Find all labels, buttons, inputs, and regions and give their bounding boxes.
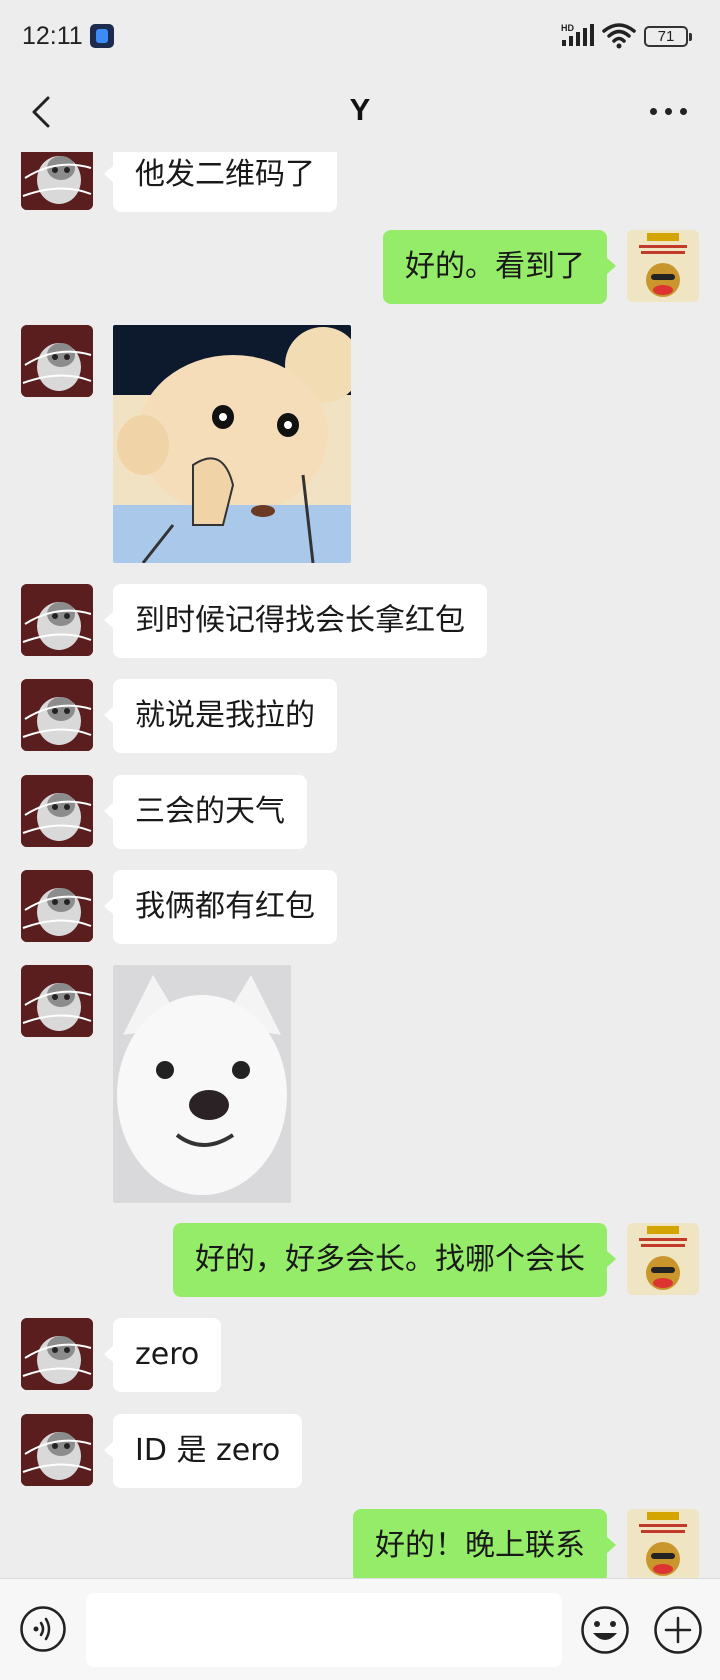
notification-icon bbox=[90, 24, 114, 48]
battery-icon: 71 bbox=[644, 26, 692, 47]
contact-avatar[interactable] bbox=[21, 1414, 93, 1486]
message-bubble[interactable]: 就说是我拉的 bbox=[104, 679, 337, 753]
plus-icon[interactable] bbox=[653, 1605, 703, 1655]
contact-avatar[interactable] bbox=[21, 152, 93, 210]
emoji-icon[interactable] bbox=[580, 1605, 630, 1655]
voice-icon[interactable] bbox=[19, 1605, 67, 1653]
contact-avatar[interactable] bbox=[21, 870, 93, 942]
message-bubble[interactable]: 到时候记得找会长拿红包 bbox=[104, 584, 487, 658]
contact-avatar[interactable] bbox=[21, 1318, 93, 1390]
message-bubble[interactable]: 我俩都有红包 bbox=[104, 870, 337, 944]
white-dog-sticker[interactable] bbox=[113, 965, 291, 1203]
wifi-icon bbox=[602, 23, 636, 49]
message-bubble[interactable]: 三会的天气 bbox=[104, 775, 307, 849]
cartoon-boy-sticker[interactable] bbox=[113, 325, 351, 563]
status-time: 12:11 bbox=[22, 22, 83, 50]
my-avatar[interactable] bbox=[627, 1223, 699, 1295]
message-list[interactable]: 他发二维码了 好的。看到了 到时候记得找会长拿红包 就说是我拉的 三会的天气 我… bbox=[0, 152, 720, 1578]
my-avatar[interactable] bbox=[627, 230, 699, 302]
message-bubble[interactable]: 他发二维码了 bbox=[104, 152, 337, 212]
contact-avatar[interactable] bbox=[21, 775, 93, 847]
status-bar: 12:11 HD 71 bbox=[0, 0, 720, 72]
network-type-label: HD bbox=[561, 23, 574, 33]
message-input[interactable] bbox=[86, 1593, 562, 1667]
chat-title: Y bbox=[349, 92, 371, 127]
message-bubble[interactable]: ID 是 zero bbox=[103, 1414, 303, 1488]
contact-avatar[interactable] bbox=[21, 679, 93, 751]
my-avatar[interactable] bbox=[627, 1509, 699, 1578]
contact-avatar[interactable] bbox=[21, 584, 93, 656]
contact-avatar[interactable] bbox=[21, 325, 93, 397]
signal-icon: HD bbox=[561, 23, 594, 46]
contact-avatar[interactable] bbox=[21, 965, 93, 1037]
message-bubble[interactable]: 好的！晚上联系 bbox=[353, 1509, 616, 1578]
input-bar bbox=[0, 1578, 720, 1680]
message-bubble[interactable]: 好的。看到了 bbox=[383, 230, 616, 304]
message-bubble[interactable]: zero bbox=[103, 1318, 222, 1392]
chat-header: Y bbox=[0, 72, 720, 152]
more-icon[interactable] bbox=[650, 108, 690, 118]
message-bubble[interactable]: 好的，好多会长。找哪个会长 bbox=[173, 1223, 616, 1297]
